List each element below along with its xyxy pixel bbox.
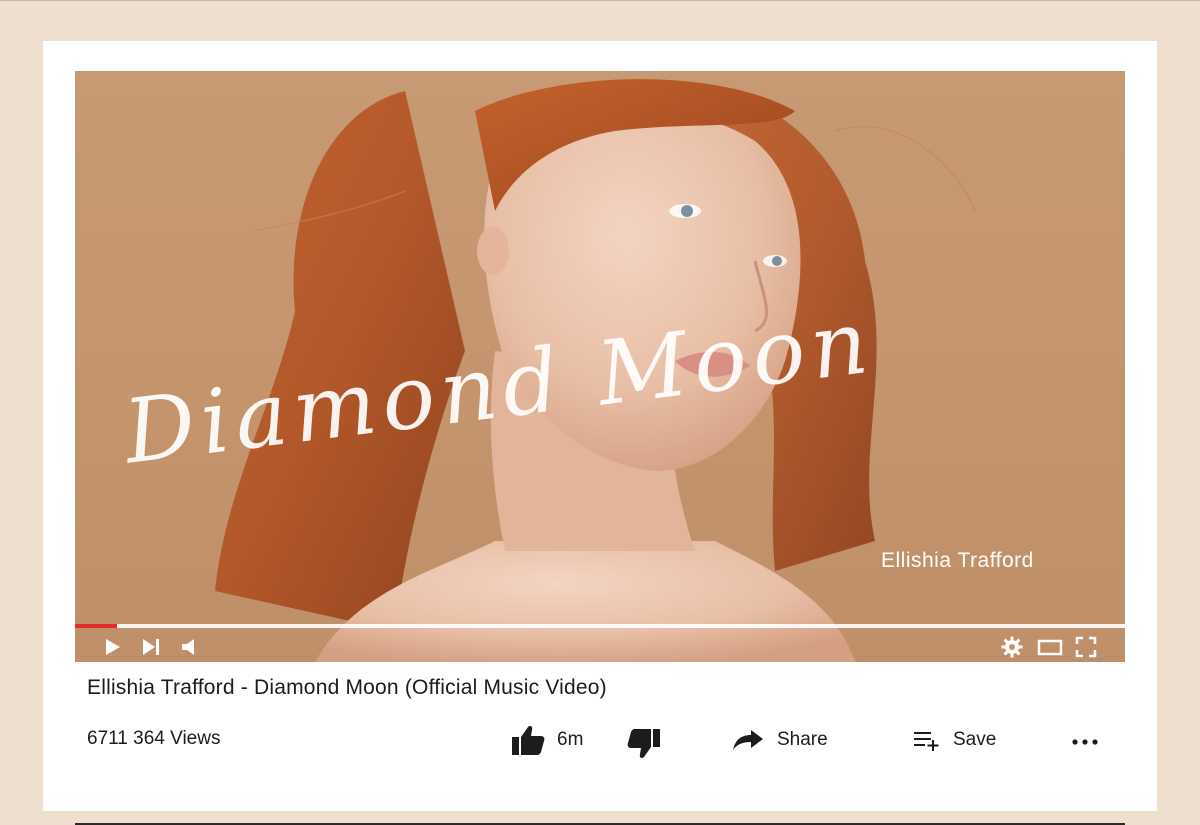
settings-icon[interactable] xyxy=(1001,636,1023,658)
video-player[interactable]: Diamond Moon Ellishia Trafford xyxy=(75,71,1125,662)
share-arrow-icon xyxy=(733,730,763,750)
more-options-button[interactable] xyxy=(1071,722,1101,758)
play-icon[interactable] xyxy=(101,636,123,658)
volume-icon[interactable] xyxy=(179,636,201,658)
top-border xyxy=(0,0,1200,1)
thumbs-down-icon xyxy=(627,729,660,758)
video-info: Ellishia Trafford - Diamond Moon (Offici… xyxy=(75,662,1125,825)
more-horizontal-icon xyxy=(1072,739,1098,745)
share-button[interactable]: Share xyxy=(731,722,828,758)
thumbs-up-icon xyxy=(512,726,545,755)
share-label: Share xyxy=(777,729,828,750)
player-controls xyxy=(75,628,1125,662)
playlist-add-icon xyxy=(914,732,939,751)
save-button[interactable]: Save xyxy=(913,722,996,758)
theater-mode-icon[interactable] xyxy=(1037,636,1063,658)
save-label: Save xyxy=(953,729,997,750)
like-button[interactable]: 6m xyxy=(511,722,583,758)
video-title[interactable]: Ellishia Trafford - Diamond Moon (Offici… xyxy=(87,676,607,700)
skip-next-icon[interactable] xyxy=(140,636,162,658)
video-artist-overlay: Ellishia Trafford xyxy=(881,549,1034,572)
video-card: Diamond Moon Ellishia Trafford Ellishia … xyxy=(43,41,1157,825)
fullscreen-icon[interactable] xyxy=(1075,636,1097,658)
view-count: 6711 364 Views xyxy=(87,728,221,749)
dislike-button[interactable] xyxy=(627,726,661,762)
like-count: 6m xyxy=(557,729,584,750)
